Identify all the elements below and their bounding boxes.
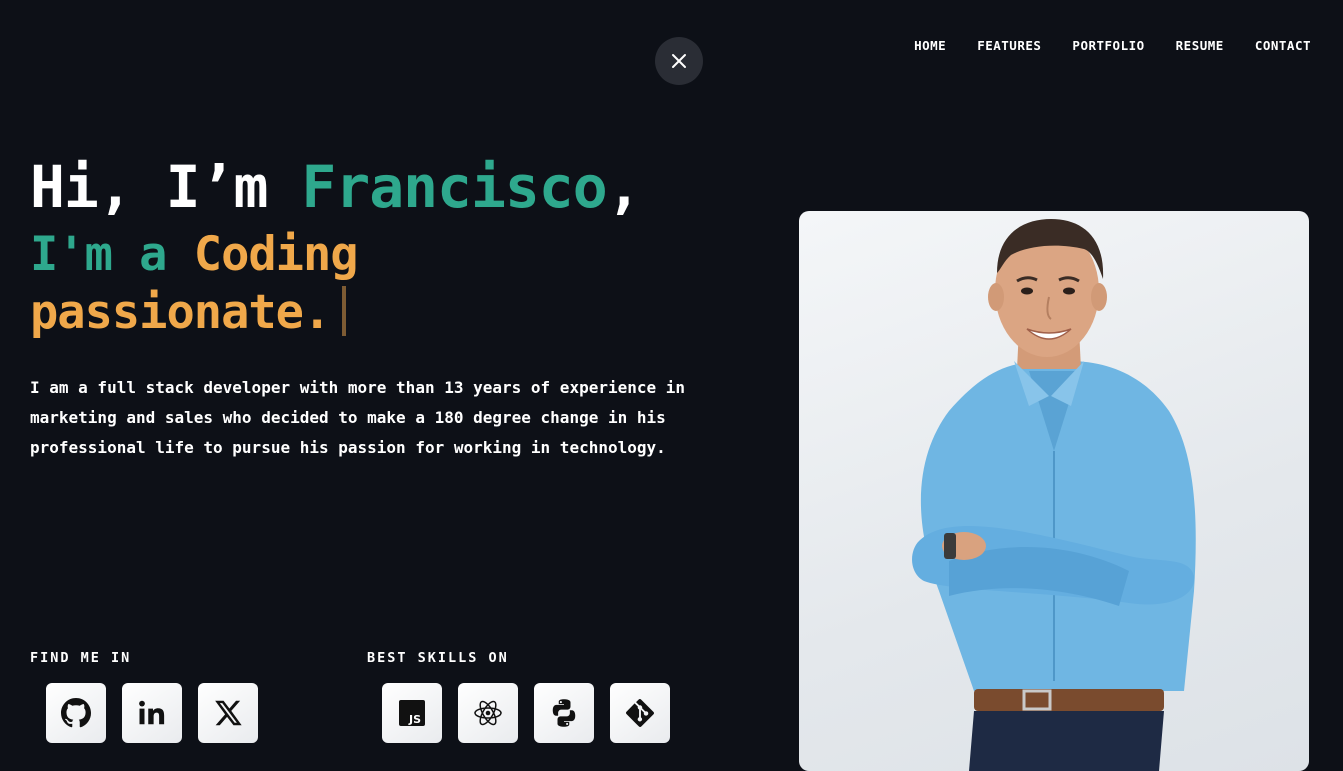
linkedin-link[interactable] <box>122 683 182 743</box>
react-icon <box>474 700 502 726</box>
x-link[interactable] <box>198 683 258 743</box>
github-link[interactable] <box>46 683 106 743</box>
nav-contact[interactable]: CONTACT <box>1255 38 1311 53</box>
close-button[interactable] <box>655 37 703 85</box>
skill-git[interactable] <box>610 683 670 743</box>
github-icon <box>61 698 91 728</box>
best-skills-label: BEST SKILLS ON <box>367 650 509 666</box>
skill-react[interactable] <box>458 683 518 743</box>
find-me-label: FIND ME IN <box>30 650 132 666</box>
greeting-prefix: Hi, I’m <box>30 153 302 221</box>
close-icon <box>672 54 686 68</box>
hero-description: I am a full stack developer with more th… <box>30 378 686 457</box>
social-links <box>46 683 258 743</box>
top-navigation: HOME FEATURES PORTFOLIO RESUME CONTACT <box>914 38 1311 53</box>
portrait-illustration <box>912 219 1196 771</box>
skill-python[interactable] <box>534 683 594 743</box>
svg-text:JS: JS <box>408 713 421 726</box>
profile-photo <box>799 211 1309 771</box>
tagline-prefix: I'm a <box>30 227 194 282</box>
nav-features[interactable]: FEATURES <box>977 38 1041 53</box>
skills-list: JS <box>382 683 670 743</box>
greeting-suffix: , <box>606 153 642 221</box>
nav-portfolio[interactable]: PORTFOLIO <box>1072 38 1144 53</box>
hero-tagline: I'm a Coding passionate. <box>30 226 530 342</box>
hero-name: Francisco <box>301 153 607 221</box>
nav-home[interactable]: HOME <box>914 38 946 53</box>
javascript-icon: JS <box>399 700 425 726</box>
x-icon <box>215 700 242 726</box>
linkedin-icon <box>139 700 165 725</box>
skill-javascript[interactable]: JS <box>382 683 442 743</box>
hero-title: Hi, I’m Francisco, <box>30 152 642 222</box>
python-icon <box>552 699 576 727</box>
git-icon <box>626 699 654 727</box>
typing-cursor <box>342 286 347 336</box>
nav-resume[interactable]: RESUME <box>1176 38 1224 53</box>
